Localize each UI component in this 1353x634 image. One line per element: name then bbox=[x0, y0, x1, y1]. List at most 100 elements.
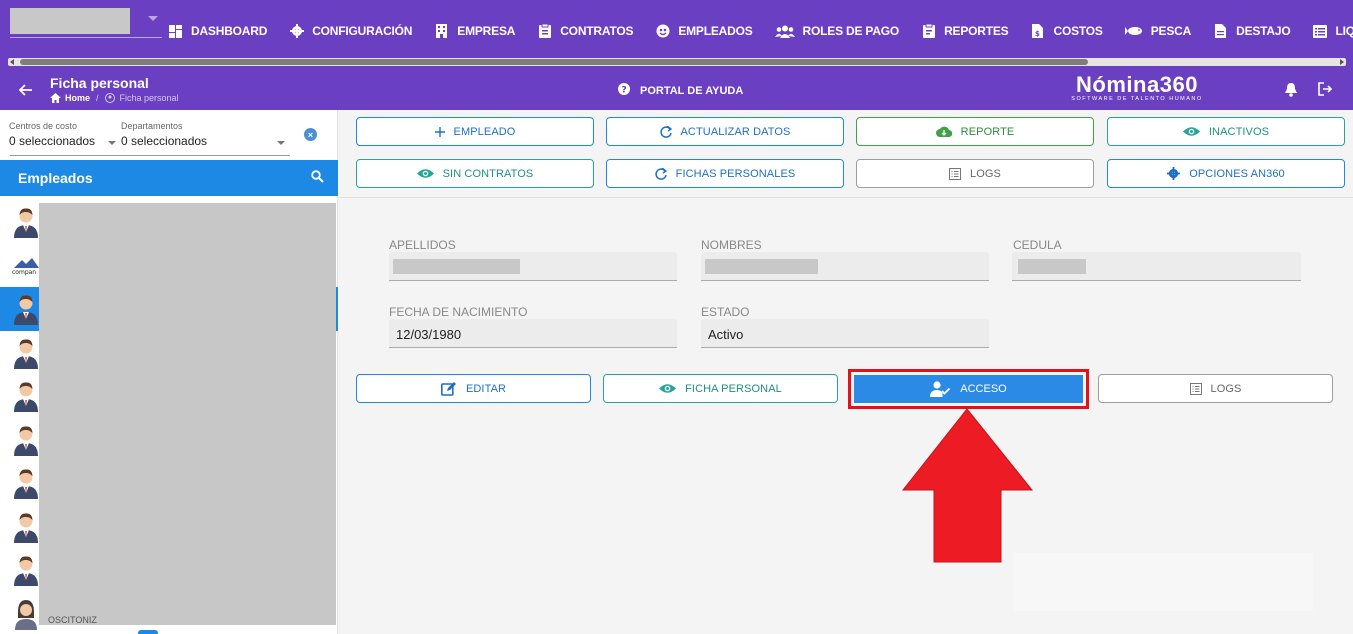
avatar-man-icon bbox=[14, 382, 38, 412]
personal-files-button[interactable]: FICHAS PERSONALES bbox=[606, 159, 844, 188]
horizontal-scrollbar[interactable] bbox=[8, 58, 1346, 66]
page-title: Ficha personal bbox=[50, 75, 149, 91]
apellidos-label: APELLIDOS bbox=[389, 238, 456, 252]
scroll-right-icon[interactable] bbox=[1340, 59, 1344, 65]
avatar-woman-icon bbox=[15, 599, 37, 630]
an360-options-button[interactable]: OPCIONES AN360 bbox=[1107, 159, 1345, 188]
button-label: OPCIONES AN360 bbox=[1189, 167, 1285, 180]
access-button[interactable]: ACCESO bbox=[854, 375, 1083, 403]
eye-icon bbox=[416, 168, 434, 179]
scroll-left-icon[interactable] bbox=[10, 59, 14, 65]
page-header: Ficha personal Home / Ficha personal ? P… bbox=[0, 70, 1353, 110]
menu-label: REPORTES bbox=[944, 24, 1009, 38]
record-logs-button[interactable]: LOGS bbox=[1098, 374, 1333, 403]
gear-icon bbox=[289, 24, 304, 39]
button-label: FICHA PERSONAL bbox=[685, 382, 782, 395]
avatar-man-icon bbox=[14, 338, 38, 369]
add-employee-button[interactable]: EMPLEADO bbox=[356, 117, 594, 146]
button-label: FICHAS PERSONALES bbox=[675, 167, 796, 180]
list-icon bbox=[1313, 24, 1328, 39]
menu-empresa[interactable]: EMPRESA bbox=[434, 24, 515, 39]
main-menu: DASHBOARD CONFIGURACIÓN EMPRESA CONTRATO… bbox=[168, 20, 1353, 42]
chevron-down-icon[interactable] bbox=[277, 141, 285, 145]
search-icon[interactable] bbox=[311, 170, 324, 188]
employee-sidebar: Centros de costo 0 seleccionados Departa… bbox=[0, 110, 338, 634]
menu-label: DASHBOARD bbox=[191, 24, 268, 38]
filter-underline bbox=[10, 155, 290, 156]
svg-text:compan: compan bbox=[12, 269, 36, 276]
logout-icon[interactable] bbox=[1318, 82, 1333, 101]
refresh-icon bbox=[655, 167, 667, 180]
personal-file-button[interactable]: FICHA PERSONAL bbox=[603, 374, 838, 403]
filter-value: 0 seleccionados bbox=[9, 134, 96, 148]
clear-filters-button[interactable]: × bbox=[304, 128, 317, 141]
no-contracts-button[interactable]: SIN CONTRATOS bbox=[356, 159, 594, 188]
menu-costos[interactable]: $ COSTOS bbox=[1030, 24, 1103, 39]
document-icon bbox=[1213, 24, 1228, 39]
apellidos-field[interactable] bbox=[389, 252, 677, 281]
estado-field[interactable]: Activo bbox=[701, 319, 989, 348]
nomina360-logo: Nómina360 SOFTWARE DE TALENTO HUMANO bbox=[1068, 72, 1206, 102]
cedula-field[interactable] bbox=[1012, 252, 1301, 281]
scrollbar-thumb[interactable] bbox=[20, 59, 1088, 65]
menu-contratos[interactable]: CONTRATOS bbox=[537, 24, 634, 39]
button-label: EMPLEADO bbox=[453, 125, 516, 138]
back-button[interactable] bbox=[16, 80, 36, 100]
menu-dashboard[interactable]: DASHBOARD bbox=[168, 24, 267, 39]
filter-value: 0 seleccionados bbox=[121, 134, 208, 148]
inactive-button[interactable]: INACTIVOS bbox=[1107, 117, 1345, 146]
divider bbox=[339, 197, 1353, 198]
button-label: INACTIVOS bbox=[1208, 125, 1270, 138]
chevron-down-icon[interactable] bbox=[108, 141, 116, 145]
breadcrumb-home[interactable]: Home bbox=[65, 93, 90, 103]
employees-header: Empleados bbox=[0, 160, 338, 196]
menu-roles-de-pago[interactable]: ROLES DE PAGO bbox=[774, 24, 899, 39]
company-name-redacted bbox=[10, 8, 130, 34]
fecha-nacimiento-field[interactable]: 12/03/1980 bbox=[389, 319, 677, 348]
apellidos-redacted bbox=[393, 259, 520, 274]
menu-label: EMPLEADOS bbox=[678, 24, 753, 38]
fish-icon bbox=[1124, 24, 1143, 39]
refresh-data-button[interactable]: ACTUALIZAR DATOS bbox=[606, 117, 844, 146]
portal-ayuda-link[interactable]: ? PORTAL DE AYUDA bbox=[618, 83, 743, 98]
button-label: ACCESO bbox=[960, 383, 1007, 395]
gear-icon bbox=[1167, 167, 1181, 180]
edit-button[interactable]: EDITAR bbox=[356, 374, 591, 403]
filter-departamentos[interactable]: Departamentos 0 seleccionados bbox=[121, 121, 207, 148]
close-icon: × bbox=[307, 129, 314, 140]
menu-pesca[interactable]: PESCA bbox=[1124, 24, 1191, 39]
menu-label: DESTAJO bbox=[1236, 24, 1291, 38]
menu-reportes[interactable]: REPORTES bbox=[921, 24, 1009, 39]
access-button-highlight: ACCESO bbox=[848, 369, 1089, 409]
report-icon bbox=[921, 24, 936, 39]
menu-label: LIQUIDACION bbox=[1335, 24, 1353, 38]
avatar-man-icon bbox=[14, 425, 38, 456]
filter-centros-costo[interactable]: Centros de costo 0 seleccionados bbox=[9, 121, 95, 148]
clipboard-icon bbox=[537, 24, 552, 39]
menu-empleados[interactable]: EMPLEADOS bbox=[655, 24, 753, 39]
company-logo-icon: compan bbox=[12, 257, 40, 276]
status-badge bbox=[138, 630, 158, 634]
help-icon: ? bbox=[618, 83, 630, 98]
company-select[interactable] bbox=[10, 8, 162, 38]
employee-name-partial: OSCITONIZ bbox=[48, 615, 97, 625]
menu-destajo[interactable]: DESTAJO bbox=[1213, 24, 1291, 39]
estado-label: ESTADO bbox=[701, 305, 750, 319]
list-icon bbox=[1189, 382, 1202, 395]
logs-button[interactable]: LOGS bbox=[856, 159, 1094, 188]
report-button[interactable]: REPORTE bbox=[856, 117, 1094, 146]
employee-names-redacted bbox=[39, 203, 336, 625]
eye-icon bbox=[1182, 126, 1200, 137]
breadcrumb: Home / Ficha personal bbox=[50, 93, 179, 103]
svg-text:?: ? bbox=[622, 86, 627, 96]
bell-icon[interactable] bbox=[1284, 82, 1298, 102]
avatar-man-icon bbox=[14, 512, 38, 543]
cedula-label: CEDULA bbox=[1013, 238, 1062, 252]
menu-configuracion[interactable]: CONFIGURACIÓN bbox=[289, 24, 412, 39]
button-label: SIN CONTRATOS bbox=[442, 167, 534, 180]
avatar-man-icon bbox=[14, 295, 38, 325]
filter-label: Centros de costo bbox=[9, 121, 78, 131]
avatar-man-icon bbox=[14, 208, 38, 238]
menu-liquidacion[interactable]: LIQUIDACION bbox=[1313, 24, 1353, 39]
nombres-field[interactable] bbox=[701, 252, 989, 281]
